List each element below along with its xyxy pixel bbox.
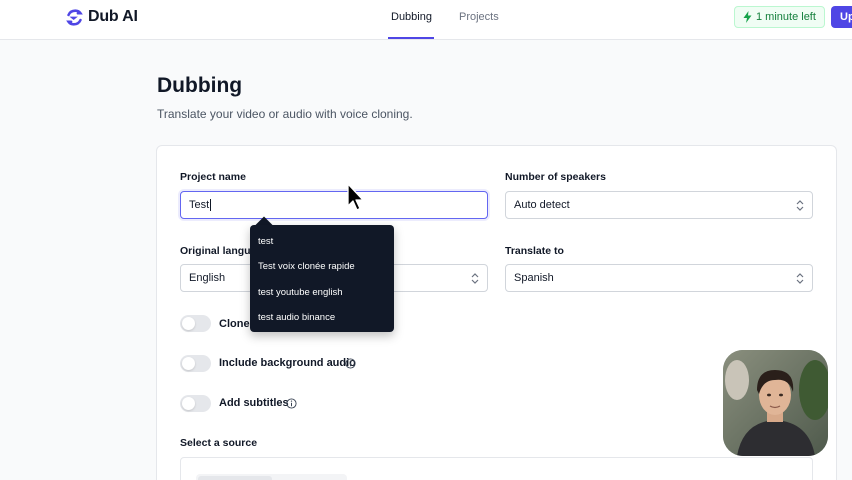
translate-to-label: Translate to <box>505 245 564 257</box>
background-audio-label: Include background audio <box>219 357 356 369</box>
tab-dubbing[interactable]: Dubbing <box>391 11 432 23</box>
toggle-knob <box>182 317 195 330</box>
speakers-select[interactable]: Auto detect <box>505 191 813 219</box>
credits-label: 1 minute left <box>756 11 816 23</box>
chevron-up-down-icon <box>796 273 804 284</box>
translate-to-value: Spanish <box>514 272 554 284</box>
top-bar: Dub AI Dubbing Projects 1 minute left Up <box>0 0 852 40</box>
autocomplete-item[interactable]: test audio binance <box>258 312 335 323</box>
info-icon[interactable] <box>286 398 297 409</box>
page-title: Dubbing <box>157 74 243 97</box>
background-audio-toggle[interactable] <box>180 355 211 372</box>
credits-badge[interactable]: 1 minute left <box>734 6 825 28</box>
chevron-up-down-icon <box>796 200 804 211</box>
speakers-value: Auto detect <box>514 199 570 211</box>
subtitles-toggle[interactable] <box>180 395 211 412</box>
app-logo[interactable]: Dub AI <box>66 8 138 26</box>
upgrade-button[interactable]: Up <box>831 6 852 28</box>
speakers-label: Number of speakers <box>505 171 606 183</box>
toggle-knob <box>182 357 195 370</box>
text-caret <box>210 199 212 211</box>
chevron-up-down-icon <box>471 273 479 284</box>
translate-to-select[interactable]: Spanish <box>505 264 813 292</box>
project-name-value: Test <box>189 199 210 211</box>
toggle-knob <box>182 397 195 410</box>
original-language-label: Original langua <box>180 245 257 257</box>
presenter-video <box>723 350 828 456</box>
source-label: Select a source <box>180 437 258 449</box>
autocomplete-item[interactable]: Test voix clonée rapide <box>258 261 355 272</box>
autocomplete-item[interactable]: test <box>258 236 273 247</box>
app-name: Dub AI <box>88 8 138 25</box>
autocomplete-item[interactable]: test youtube english <box>258 287 343 298</box>
tab-projects[interactable]: Projects <box>459 11 499 23</box>
clone-voice-toggle[interactable] <box>180 315 211 332</box>
clone-voice-label: Clone <box>219 318 250 330</box>
mouse-cursor-icon <box>347 183 364 211</box>
active-tab-indicator <box>388 37 434 39</box>
logo-icon <box>66 8 83 26</box>
project-name-input[interactable]: Test <box>180 191 488 219</box>
original-language-value: English <box>189 272 226 284</box>
info-icon[interactable] <box>345 358 356 369</box>
project-name-label: Project name <box>180 171 246 183</box>
source-tab-active[interactable] <box>198 476 272 480</box>
subtitles-label: Add subtitles <box>219 397 289 409</box>
page-subtitle: Translate your video or audio with voice… <box>157 107 413 121</box>
lightning-icon <box>743 11 752 23</box>
webcam-overlay <box>723 350 828 456</box>
